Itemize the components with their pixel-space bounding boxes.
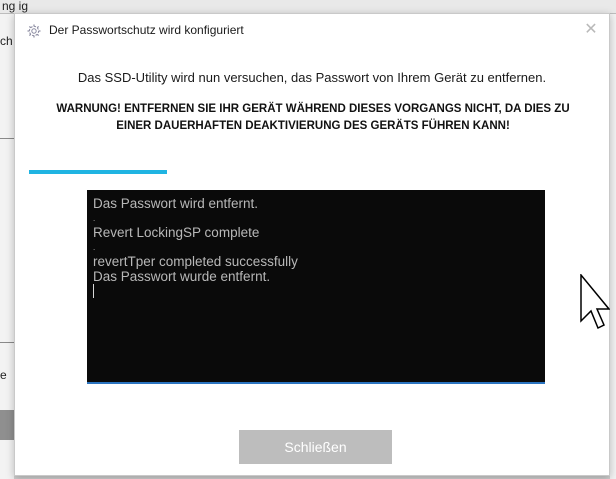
warning-message: WARNUNG! ENTFERNEN SIE IHR GERÄT WÄHREND… — [56, 103, 570, 132]
dialog-title: Der Passwortschutz wird konfiguriert — [49, 23, 244, 37]
console-line: . — [93, 242, 96, 252]
gear-icon — [27, 24, 41, 38]
console-line: Das Passwort wird entfernt. — [93, 197, 259, 211]
background-menubar: ng ig — [0, 0, 616, 14]
dialog-titlebar[interactable]: Der Passwortschutz wird konfiguriert ✕ — [15, 14, 609, 48]
console-line: revertTper completed successfully — [93, 255, 298, 269]
console-line: Revert LockingSP complete — [93, 226, 260, 240]
console-caret-line — [93, 284, 539, 299]
close-icon[interactable]: ✕ — [579, 18, 603, 42]
background-right-strip — [610, 14, 616, 479]
background-block — [0, 410, 14, 440]
close-button[interactable]: Schließen — [239, 430, 392, 464]
background-text-fragment: ng ig — [2, 0, 29, 13]
console-line: . — [93, 213, 96, 223]
mouse-pointer-icon — [580, 272, 611, 330]
background-divider — [0, 342, 14, 343]
info-message: Das SSD-Utility wird nun versuchen, das … — [77, 70, 547, 85]
text-caret — [93, 284, 94, 298]
console-output[interactable]: Das Passwort wird entfernt. . Revert Loc… — [87, 190, 545, 384]
background-text-fragment: e — [0, 368, 7, 382]
console-line: Das Passwort wurde entfernt. — [93, 269, 271, 284]
background-text-fragment: ch — [0, 34, 13, 48]
background-divider — [0, 138, 14, 139]
progress-bar-fill — [29, 170, 168, 174]
progress-bar — [29, 170, 317, 174]
password-removal-dialog: Der Passwortschutz wird konfiguriert ✕ D… — [14, 13, 610, 476]
